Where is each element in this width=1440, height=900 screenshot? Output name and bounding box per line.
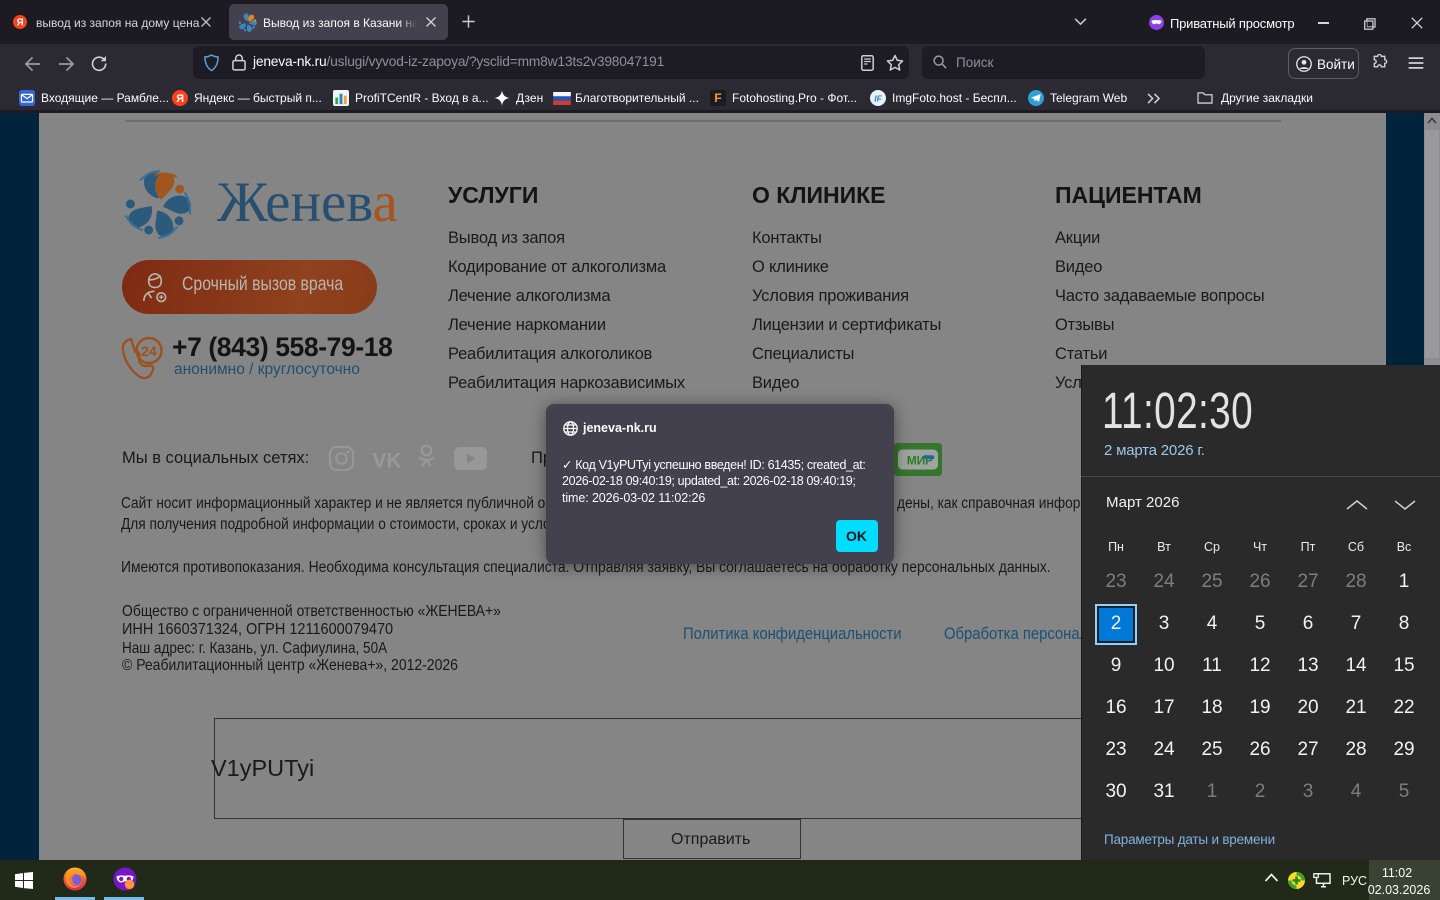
svg-text:F: F xyxy=(714,91,722,105)
svg-text:МИ: МИ xyxy=(907,454,926,468)
svg-text:Я: Я xyxy=(17,18,24,29)
svg-text:IF: IF xyxy=(874,93,882,103)
svg-text:24: 24 xyxy=(141,343,157,359)
svg-text:Я: Я xyxy=(176,93,184,105)
svg-text:VK: VK xyxy=(372,452,401,470)
